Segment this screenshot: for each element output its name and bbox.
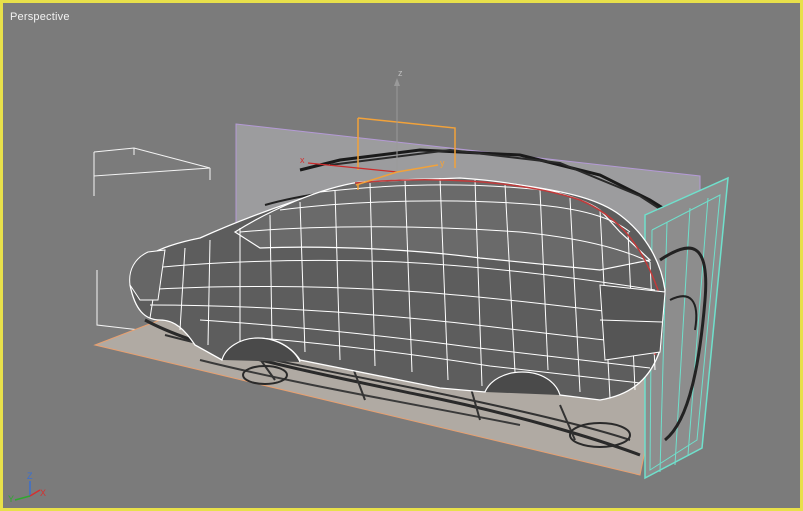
gizmo-z-label: z (398, 68, 403, 78)
axis-tripod-y (14, 495, 31, 501)
axis-tripod-x-label: X (40, 488, 46, 498)
axis-tripod-y-label: Y (8, 494, 14, 504)
gizmo-x-label: x (300, 155, 305, 165)
axis-tripod: Z Y X (8, 471, 46, 504)
axis-tripod-z-label: Z (27, 471, 33, 481)
axis-tripod-x (29, 489, 41, 497)
gizmo-y-label: y (440, 158, 445, 168)
viewport-scene[interactable]: z x y Z Y X (0, 0, 803, 511)
gizmo-z-arrow (394, 78, 400, 86)
